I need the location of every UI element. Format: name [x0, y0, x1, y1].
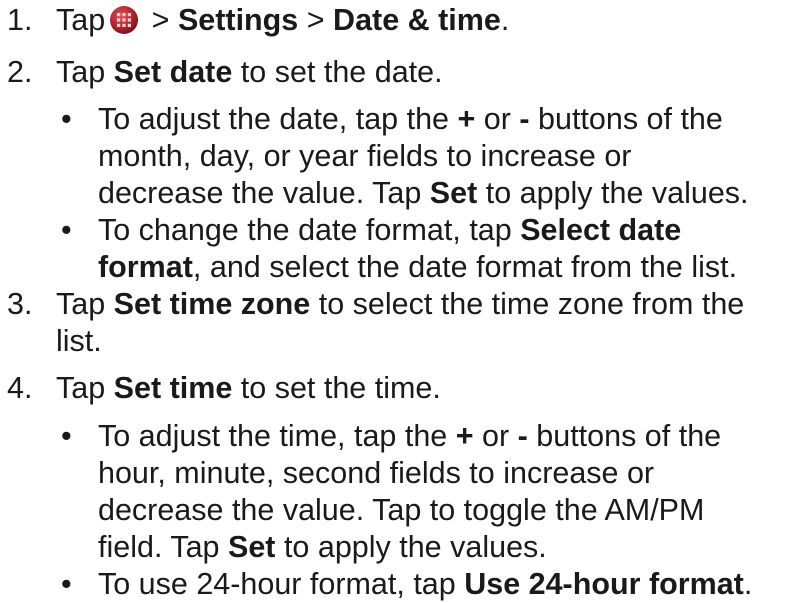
text-segment: buttons of the	[527, 419, 722, 453]
apps-grid-icon	[110, 6, 139, 34]
text-segment: to apply the values.	[275, 530, 547, 564]
plus-label: +	[457, 102, 476, 136]
step-text-segment: Tap	[56, 55, 114, 89]
text-segment: or	[475, 102, 520, 136]
step-number: 4.	[7, 371, 33, 405]
step-number: 3.	[7, 287, 33, 321]
text-segment: To adjust the date, tap the	[98, 102, 458, 136]
bullet-text: To adjust the time, tap the + or - butto…	[98, 418, 787, 566]
bullet-line: To adjust the time, tap the + or - butto…	[98, 418, 787, 455]
text-segment: To change the date format, tap	[98, 213, 521, 247]
bullet-line: hour, minute, second fields to increase …	[98, 456, 655, 490]
text-segment: or	[473, 419, 518, 453]
bullet-text: To change the date format, tap Select da…	[98, 212, 787, 286]
step-text-segment: >	[143, 3, 178, 37]
step-text-segment: Tap	[56, 3, 106, 37]
format-label: format	[98, 250, 193, 284]
step-text-segment: >	[298, 3, 334, 37]
date-time-label: Date & time	[333, 3, 501, 37]
text-segment: to apply the values.	[477, 176, 749, 210]
bullet-line: month, day, or year fields to increase o…	[98, 139, 632, 173]
bullet-line: To change the date format, tap Select da…	[98, 212, 787, 249]
set-label: Set	[429, 176, 478, 210]
select-date-label: Select date	[520, 213, 682, 247]
step-line: list.	[56, 324, 102, 358]
step-number: 1.	[7, 3, 33, 37]
text-segment: To use 24-hour format, tap	[98, 567, 465, 601]
text-segment: To adjust the time, tap the	[98, 419, 456, 453]
step-text: Tap Set date to set the date.	[56, 54, 787, 91]
bullet-line: format, and select the date format from …	[98, 249, 787, 286]
text-segment: decrease the value. Tap	[98, 176, 430, 210]
settings-label: Settings	[177, 3, 299, 37]
bullet-line: To adjust the date, tap the + or - butto…	[98, 101, 787, 138]
bullet-icon: •	[61, 567, 72, 601]
set-time-zone-label: Set time zone	[113, 287, 311, 321]
step-text: Tap > Settings > Date & time.	[56, 2, 787, 39]
text-segment: field. Tap	[98, 530, 228, 564]
instructions-document: 1. Tap > Settings > Date & time. 2. Tap …	[0, 0, 787, 601]
text-segment: .	[743, 567, 753, 601]
use-24-hour-format-label: Use 24-hour format	[464, 567, 744, 601]
plus-label: +	[455, 419, 474, 453]
bullet-line: decrease the value. Tap to toggle the AM…	[98, 493, 705, 527]
step-number: 2.	[7, 55, 33, 89]
step-text-segment: .	[500, 3, 510, 37]
set-date-label: Set date	[113, 55, 233, 89]
bullet-icon: •	[61, 213, 72, 247]
text-segment: Tap	[56, 287, 114, 321]
step-text-segment: to set the time.	[232, 371, 441, 405]
set-label: Set	[228, 530, 276, 564]
text-segment: to select the time zone from the	[310, 287, 745, 321]
bullet-line: field. Tap Set to apply the values.	[98, 529, 787, 566]
bullet-icon: •	[61, 102, 72, 136]
step-text: Tap Set time to set the time.	[56, 370, 787, 407]
step-text-segment: to set the date.	[232, 55, 443, 89]
bullet-icon: •	[61, 419, 72, 453]
step-line: Tap Set time zone to select the time zon…	[56, 286, 787, 323]
text-segment: buttons of the	[529, 102, 723, 136]
text-segment: , and select the date format from the li…	[192, 250, 738, 284]
bullet-text: To use 24-hour format, tap Use 24-hour f…	[98, 566, 787, 603]
minus-label: -	[517, 419, 528, 453]
step-text: Tap Set time zone to select the time zon…	[56, 286, 787, 360]
set-time-label: Set time	[113, 371, 233, 405]
step-text-segment: Tap	[56, 371, 114, 405]
bullet-text: To adjust the date, tap the + or - butto…	[98, 101, 787, 212]
minus-label: -	[519, 102, 530, 136]
bullet-line: To use 24-hour format, tap Use 24-hour f…	[98, 566, 787, 603]
bullet-line: decrease the value. Tap Set to apply the…	[98, 175, 787, 212]
